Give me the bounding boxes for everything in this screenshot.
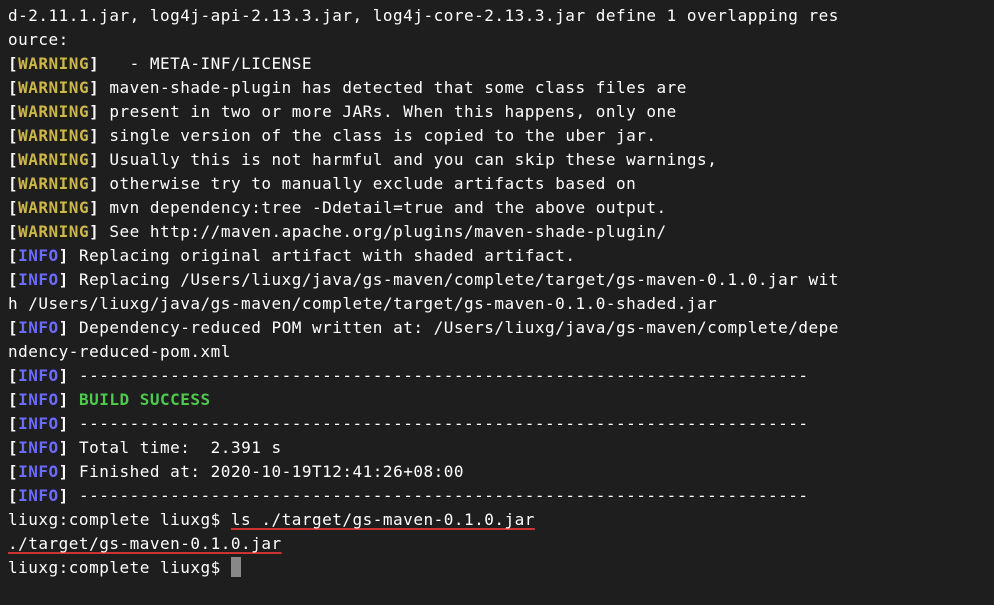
warning-line: [WARNING] - META-INF/LICENSE (8, 52, 986, 76)
info-line: [INFO] Replacing /Users/liuxg/java/gs-ma… (8, 268, 986, 292)
shell-prompt: liuxg:complete liuxg$ (8, 510, 231, 529)
terminal-output[interactable]: d-2.11.1.jar, log4j-api-2.13.3.jar, log4… (8, 4, 986, 580)
info-line: [INFO] Dependency-reduced POM written at… (8, 316, 986, 340)
command-line: liuxg:complete liuxg$ ls ./target/gs-mav… (8, 508, 986, 532)
warning-line: [WARNING] single version of the class is… (8, 124, 986, 148)
warning-line: [WARNING] maven-shade-plugin has detecte… (8, 76, 986, 100)
cursor-icon (231, 557, 241, 577)
warning-line: [WARNING] mvn dependency:tree -Ddetail=t… (8, 196, 986, 220)
warning-line: [WARNING] present in two or more JARs. W… (8, 100, 986, 124)
command-output: ./target/gs-maven-0.1.0.jar (8, 532, 986, 556)
build-success-line: [INFO] BUILD SUCCESS (8, 388, 986, 412)
info-line-continuation: h /Users/liuxg/java/gs-maven/complete/ta… (8, 292, 986, 316)
output-line: d-2.11.1.jar, log4j-api-2.13.3.jar, log4… (8, 4, 986, 28)
warning-line: [WARNING] otherwise try to manually excl… (8, 172, 986, 196)
separator-line: [INFO] ---------------------------------… (8, 484, 986, 508)
separator-line: [INFO] ---------------------------------… (8, 412, 986, 436)
output-line: ource: (8, 28, 986, 52)
warning-line: [WARNING] See http://maven.apache.org/pl… (8, 220, 986, 244)
warning-line: [WARNING] Usually this is not harmful an… (8, 148, 986, 172)
total-time-line: [INFO] Total time: 2.391 s (8, 436, 986, 460)
prompt-line[interactable]: liuxg:complete liuxg$ (8, 556, 986, 580)
ls-command: ls ./target/gs-maven-0.1.0.jar (231, 510, 535, 529)
finished-at-line: [INFO] Finished at: 2020-10-19T12:41:26+… (8, 460, 986, 484)
info-line: [INFO] Replacing original artifact with … (8, 244, 986, 268)
info-line-continuation: ndency-reduced-pom.xml (8, 340, 986, 364)
shell-prompt: liuxg:complete liuxg$ (8, 558, 231, 577)
separator-line: [INFO] ---------------------------------… (8, 364, 986, 388)
